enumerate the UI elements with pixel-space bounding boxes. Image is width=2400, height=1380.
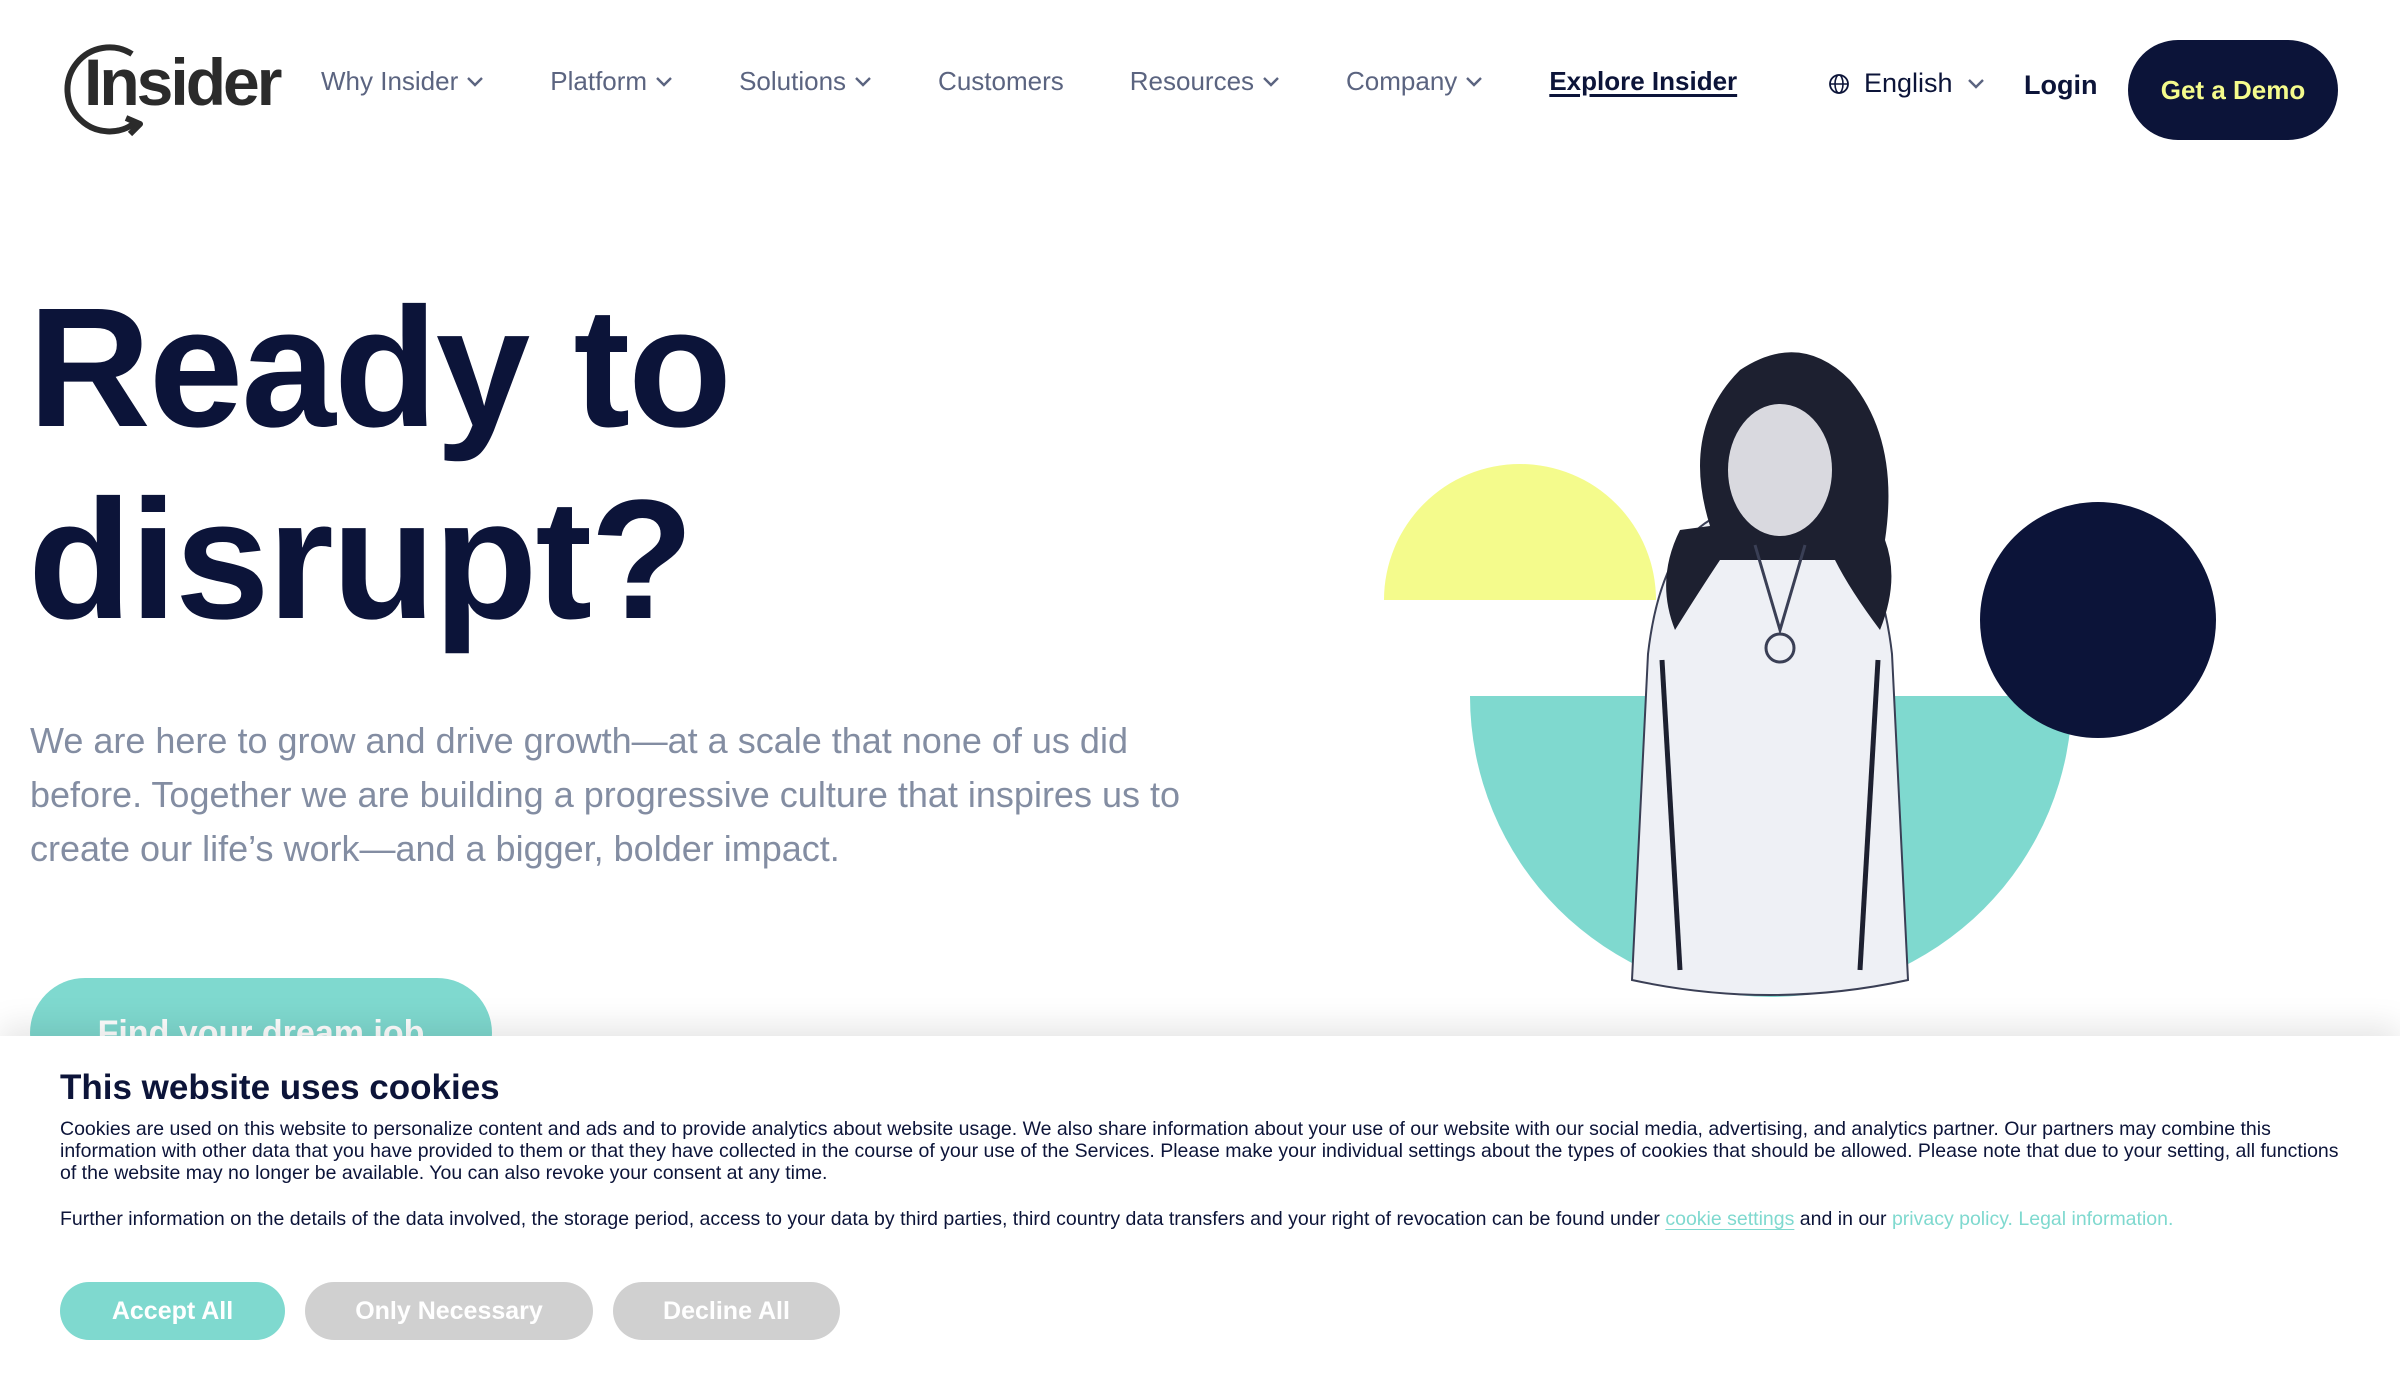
privacy-policy-link[interactable]: privacy policy.: [1892, 1208, 2013, 1230]
hero-title-line1: Ready to: [28, 273, 732, 463]
explore-insider-link[interactable]: Explore Insider: [1549, 66, 1737, 97]
chevron-down-icon: [1263, 76, 1279, 87]
nav-item-label: Why Insider: [321, 66, 459, 96]
language-selector[interactable]: English: [1828, 68, 1985, 99]
login-link[interactable]: Login: [2024, 70, 2097, 101]
legal-information-link[interactable]: Legal information.: [2018, 1208, 2173, 1230]
logo-ring-icon: Insider: [62, 40, 282, 140]
chevron-down-icon: [1466, 76, 1483, 87]
chevron-down-icon: [855, 76, 871, 87]
get-a-demo-button[interactable]: Get a Demo: [2128, 40, 2338, 140]
nav-item-label: Company: [1346, 66, 1458, 96]
cookie-further-middle: and in our: [1799, 1208, 1887, 1230]
site-header: Insider Why Insider Platform Solutions C…: [0, 0, 2400, 180]
chevron-down-icon: [467, 76, 484, 87]
chevron-down-icon: [656, 76, 672, 87]
cookie-banner: This website uses cookies Cookies are us…: [0, 1036, 2400, 1380]
accept-all-button[interactable]: Accept All: [60, 1282, 285, 1340]
hero-title: Ready to disrupt?: [28, 272, 928, 656]
nav-item-label: Customers: [938, 66, 1064, 96]
hero-illustration: [1380, 330, 2230, 1020]
nav-item-resources[interactable]: Resources: [1130, 66, 1280, 97]
nav-item-company[interactable]: Company: [1346, 66, 1483, 97]
main-nav: Why Insider Platform Solutions Customers…: [321, 66, 1803, 97]
hero-description: We are here to grow and drive growth—at …: [30, 720, 1180, 869]
navy-circle: [1980, 502, 2216, 738]
cookie-further-info: Further information on the details of th…: [60, 1208, 2350, 1230]
cookie-banner-title: This website uses cookies: [60, 1068, 500, 1107]
nav-item-customers[interactable]: Customers: [938, 66, 1064, 97]
nav-item-label: Resources: [1129, 66, 1255, 96]
globe-icon: [1829, 73, 1849, 94]
cookie-further-prefix: Further information on the details of th…: [60, 1208, 1660, 1230]
nav-item-label: Platform: [550, 66, 648, 96]
insider-logo[interactable]: Insider: [62, 40, 282, 140]
nav-item-solutions[interactable]: Solutions: [739, 66, 872, 97]
person-portrait: [1630, 352, 1910, 996]
cookie-settings-link[interactable]: cookie settings: [1665, 1208, 1794, 1230]
nav-item-platform[interactable]: Platform: [550, 66, 673, 97]
decline-all-button[interactable]: Decline All: [613, 1282, 840, 1340]
cookie-banner-body: Cookies are used on this website to pers…: [60, 1118, 2339, 1184]
nav-item-why-insider[interactable]: Why Insider: [321, 66, 484, 97]
chevron-down-icon: [1967, 78, 1984, 89]
logo-text: Insider: [84, 45, 282, 119]
yellow-semicircle: [1384, 464, 1656, 600]
nav-item-label: Solutions: [739, 66, 847, 96]
hero-title-line2: disrupt?: [28, 465, 694, 655]
language-label: English: [1864, 68, 1953, 98]
only-necessary-button[interactable]: Only Necessary: [305, 1282, 593, 1340]
